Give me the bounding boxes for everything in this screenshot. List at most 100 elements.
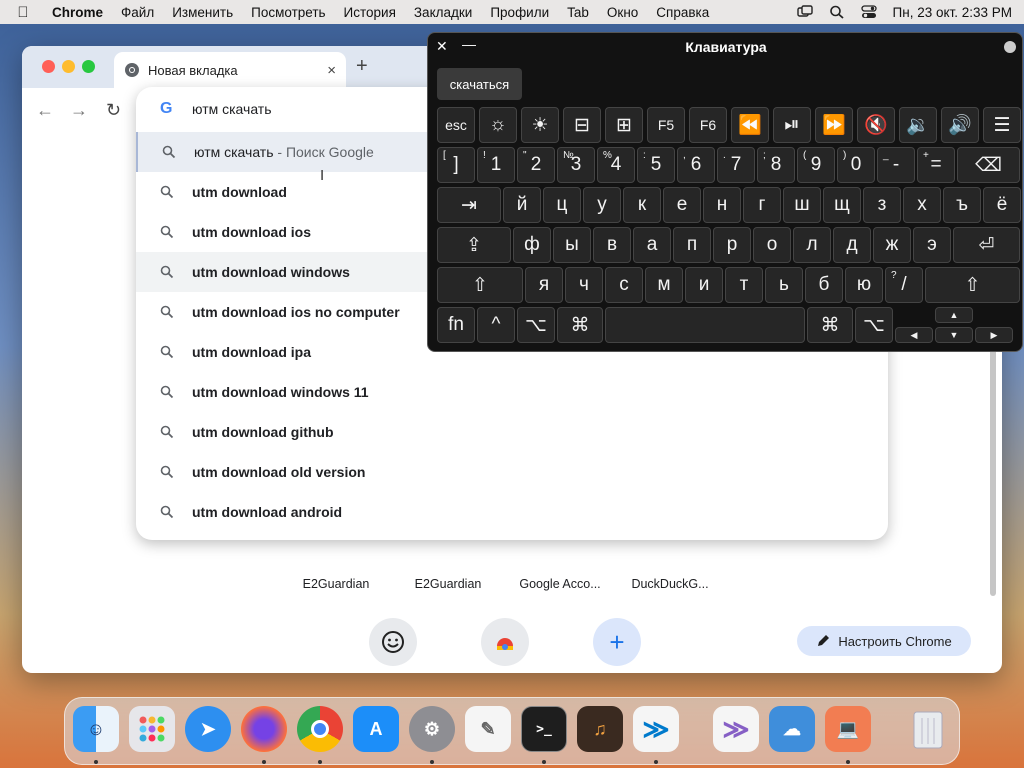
mute-key[interactable]: 🔇 — [857, 107, 895, 143]
num-key[interactable]: 3 № — [557, 147, 595, 183]
right-arrow-key[interactable]: ▶ — [975, 327, 1013, 343]
brightness-up-key[interactable]: ☀ — [521, 107, 559, 143]
letter-key[interactable]: а — [633, 227, 671, 263]
f5-key[interactable]: F5 — [647, 107, 685, 143]
menubar-clock[interactable]: Пн, 23 окт. 2:33 PM — [893, 5, 1012, 20]
letter-key[interactable]: о — [753, 227, 791, 263]
app-store-icon[interactable]: A — [353, 706, 399, 752]
letter-key[interactable]: ы — [553, 227, 591, 263]
control-key[interactable]: ^ — [477, 307, 515, 343]
options-icon[interactable] — [1004, 41, 1016, 53]
play-pause-key[interactable]: ⏯ — [773, 107, 811, 143]
terminal-icon[interactable]: >_ — [521, 706, 567, 752]
trash-icon[interactable] — [905, 706, 951, 752]
space-key[interactable] — [605, 307, 805, 343]
shortcut-tile[interactable]: E2Guardian — [281, 577, 391, 591]
letter-key[interactable]: ю — [845, 267, 883, 303]
vscode-icon[interactable]: ≫ — [633, 706, 679, 752]
shortcut-tile[interactable]: DuckDuckG... — [615, 577, 725, 591]
rewind-key[interactable]: ⏪ — [731, 107, 769, 143]
letter-key[interactable]: п — [673, 227, 711, 263]
list-key[interactable]: ☰ — [983, 107, 1021, 143]
letter-key[interactable]: ц — [543, 187, 581, 223]
num-key[interactable]: 9( — [797, 147, 835, 183]
letter-key[interactable]: ч — [565, 267, 603, 303]
omnibox-suggestion[interactable]: utm download old version — [136, 452, 888, 492]
menu-help[interactable]: Справка — [647, 5, 718, 20]
close-icon[interactable]: ✕ — [436, 38, 448, 55]
fast-forward-key[interactable]: ⏩ — [815, 107, 853, 143]
safari-icon[interactable]: ➤ — [185, 706, 231, 752]
omnibox-suggestion[interactable]: utm download windows 11 — [136, 372, 888, 412]
shortcut-tile[interactable]: E2Guardian — [393, 577, 503, 591]
omnibox-suggestion[interactable]: utm download github — [136, 412, 888, 452]
letter-key[interactable]: з — [863, 187, 901, 223]
weather-icon[interactable]: ☁ — [769, 706, 815, 752]
left-shift-key[interactable]: ⇧ — [437, 267, 523, 303]
letter-key[interactable]: э — [913, 227, 951, 263]
letter-key[interactable]: ш — [783, 187, 821, 223]
letter-key[interactable]: л — [793, 227, 831, 263]
launchpad-icon[interactable] — [129, 706, 175, 752]
forward-arrow-icon[interactable]: → — [70, 100, 88, 121]
menu-view[interactable]: Посмотреть — [242, 5, 334, 20]
close-window-button[interactable] — [42, 60, 55, 73]
num-key[interactable]: - _ — [877, 147, 915, 183]
right-shift-key[interactable]: ⇧ — [925, 267, 1020, 303]
letter-key[interactable]: б — [805, 267, 843, 303]
letter-key[interactable]: у — [583, 187, 621, 223]
letter-key[interactable]: и — [685, 267, 723, 303]
right-command-key[interactable]: ⌘ — [807, 307, 853, 343]
letter-key[interactable]: ъ — [943, 187, 981, 223]
up-arrow-key[interactable]: ▲ — [935, 307, 973, 323]
scrollbar[interactable] — [990, 346, 996, 596]
maximize-window-button[interactable] — [82, 60, 95, 73]
left-arrow-key[interactable]: ◀ — [895, 327, 933, 343]
menu-edit[interactable]: Изменить — [163, 5, 242, 20]
customize-chrome-button[interactable]: Настроить Chrome — [797, 626, 971, 656]
letter-key[interactable]: ж — [873, 227, 911, 263]
menu-file[interactable]: Файл — [112, 5, 163, 20]
add-shortcut-button[interactable]: + — [593, 618, 641, 666]
shortcut-tile[interactable]: Google Acco... — [505, 577, 615, 591]
launchpad-key[interactable]: ⊞ — [605, 107, 643, 143]
num-key[interactable]: = + — [917, 147, 955, 183]
volume-down-key[interactable]: 🔉 — [899, 107, 937, 143]
garageband-icon[interactable]: ♫ — [577, 706, 623, 752]
delete-key[interactable]: ⌫ — [957, 147, 1020, 183]
f6-key[interactable]: F6 — [689, 107, 727, 143]
minimize-icon[interactable]: — — [462, 36, 476, 52]
right-option-key[interactable]: ⌥ — [855, 307, 893, 343]
slash-key[interactable]: /? — [885, 267, 923, 303]
letter-key[interactable]: м — [645, 267, 683, 303]
mission-control-key[interactable]: ⊟ — [563, 107, 601, 143]
reload-icon[interactable]: ↻ — [106, 100, 121, 121]
back-arrow-icon[interactable]: ← — [36, 100, 54, 121]
letter-key[interactable]: т — [725, 267, 763, 303]
spotlight-search-icon[interactable] — [829, 5, 845, 19]
fn-key[interactable]: fn — [437, 307, 475, 343]
num-key[interactable]: 1! — [477, 147, 515, 183]
letter-key[interactable]: в — [593, 227, 631, 263]
letter-key[interactable]: р — [713, 227, 751, 263]
brightness-down-key[interactable]: ☼ — [479, 107, 517, 143]
screen-mirroring-icon[interactable] — [796, 5, 813, 19]
textedit-icon[interactable]: ✎ — [465, 706, 511, 752]
tab-new-tab[interactable]: Новая вкладка × — [114, 52, 346, 88]
tab-key[interactable]: ⇥ — [437, 187, 501, 223]
letter-key[interactable]: й — [503, 187, 541, 223]
menu-window[interactable]: Окно — [598, 5, 647, 20]
control-center-icon[interactable] — [860, 5, 877, 19]
letter-key[interactable]: с — [605, 267, 643, 303]
num-key[interactable]: 4% — [597, 147, 635, 183]
letter-key[interactable]: н — [703, 187, 741, 223]
letter-key[interactable]: к — [623, 187, 661, 223]
new-tab-button[interactable]: + — [356, 55, 368, 78]
apple-menu-icon[interactable]:  — [0, 4, 46, 21]
num-key[interactable]: 2 " — [517, 147, 555, 183]
down-arrow-key[interactable]: ▼ — [935, 327, 973, 343]
num-key[interactable]: 5: — [637, 147, 675, 183]
num-key[interactable]: 7. — [717, 147, 755, 183]
left-option-key[interactable]: ⌥ — [517, 307, 555, 343]
emoji-button[interactable] — [369, 618, 417, 666]
